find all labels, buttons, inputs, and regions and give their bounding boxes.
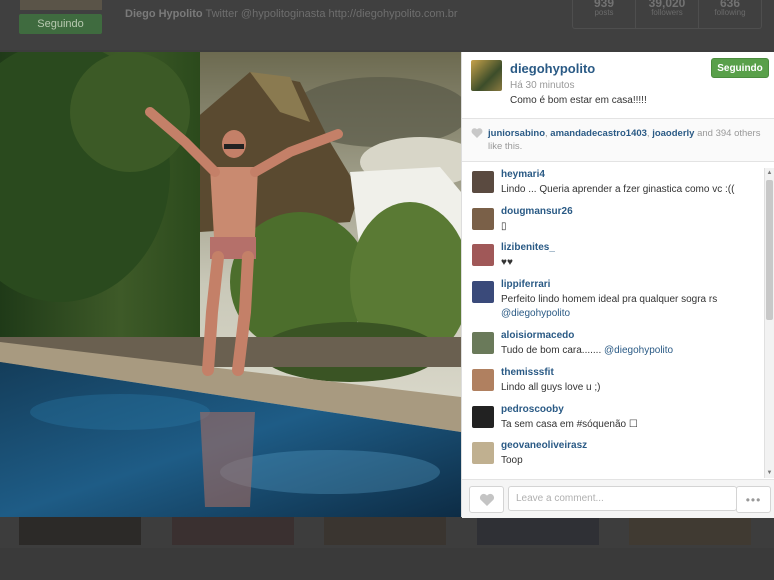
commenter-username[interactable]: lizibenites_ <box>501 242 555 253</box>
heart-icon <box>479 493 494 506</box>
comment-text: Tudo de bom cara....... @diegohypolito <box>501 345 674 356</box>
background-thumbnail <box>477 517 599 545</box>
author-avatar[interactable] <box>471 60 502 91</box>
post-photo <box>0 52 461 517</box>
background-profile-avatar <box>20 0 102 10</box>
comment-input[interactable] <box>508 486 737 511</box>
commenter-avatar[interactable] <box>472 369 494 391</box>
stat-followers: 39,020 followers <box>636 0 699 28</box>
comment-text: Perfeito lindo homem ideal pra qualquer … <box>501 294 718 305</box>
commenter-avatar[interactable] <box>472 406 494 428</box>
comment-text: ♥♥ <box>501 257 513 268</box>
background-thumbnail <box>172 517 294 545</box>
comments-list: heymari4 Lindo ... Queria aprender a fze… <box>462 161 774 479</box>
commenter-username[interactable]: geovaneoliveirasz <box>501 440 587 451</box>
comment-mention[interactable]: @diegohypolito <box>604 345 673 356</box>
commenter-avatar[interactable] <box>472 171 494 193</box>
scrollbar-thumb[interactable] <box>766 180 773 320</box>
post-photo-image <box>0 52 461 517</box>
comments-scrollbar[interactable]: ▲ ▼ <box>764 168 774 478</box>
background-thumbnail <box>629 517 751 545</box>
commenter-avatar[interactable] <box>472 442 494 464</box>
like-button[interactable] <box>469 486 504 513</box>
author-username[interactable]: diegohypolito <box>510 61 595 76</box>
comment-text: Ta sem casa em #sóquenão ☐ <box>501 419 638 430</box>
scroll-up-arrow-icon[interactable]: ▲ <box>765 168 774 178</box>
stat-posts: 939 posts <box>573 0 636 28</box>
likes-text: juniorsabino, amandadecastro1403, joaode… <box>488 128 761 152</box>
post-caption: Como é bom estar em casa!!!!! <box>510 95 647 106</box>
post-timestamp: Há 30 minutos <box>510 80 575 91</box>
stat-following: 636 following <box>714 0 746 17</box>
background-thumbnail <box>324 517 446 545</box>
commenter-username[interactable]: themisssfit <box>501 367 554 378</box>
commenter-username[interactable]: aloisiormacedo <box>501 330 574 341</box>
comment-text: Toop <box>501 455 523 466</box>
post-header: diegohypolito Há 30 minutos Como é bom e… <box>462 52 774 118</box>
more-options-button[interactable]: ••• <box>736 486 771 513</box>
comment-mention[interactable]: @diegohypolito <box>501 308 570 319</box>
commenter-avatar[interactable] <box>472 281 494 303</box>
background-profile-stats: 939 posts 39,020 followers 636 following <box>572 0 762 29</box>
commenter-avatar[interactable] <box>472 208 494 230</box>
following-button[interactable]: Seguindo <box>711 58 769 78</box>
commenter-username[interactable]: dougmansur26 <box>501 206 573 217</box>
comment-text: Lindo ... Queria aprender a fzer ginasti… <box>501 184 735 195</box>
comment-footer: ••• <box>462 479 774 518</box>
scroll-down-arrow-icon[interactable]: ▼ <box>765 468 774 478</box>
background-page-footer <box>0 548 774 580</box>
commenter-username[interactable]: pedroscooby <box>501 404 564 415</box>
commenter-avatar[interactable] <box>472 244 494 266</box>
heart-icon <box>471 128 483 138</box>
comment-text: Lindo all guys love u ;) <box>501 382 601 393</box>
commenter-username[interactable]: heymari4 <box>501 169 545 180</box>
liker-link[interactable]: joaoderly <box>652 128 694 139</box>
background-follow-button: Seguindo <box>19 14 102 34</box>
background-profile-name: Diego Hypolito Twitter @hypolitoginasta … <box>125 8 458 20</box>
comment-text: ▯ <box>501 221 507 232</box>
likes-section: juniorsabino, amandadecastro1403, joaode… <box>462 118 774 162</box>
post-side-panel: diegohypolito Há 30 minutos Como é bom e… <box>461 52 774 518</box>
commenter-username[interactable]: lippiferrari <box>501 279 550 290</box>
liker-link[interactable]: amandadecastro1403 <box>550 128 647 139</box>
commenter-avatar[interactable] <box>472 332 494 354</box>
background-thumbnail <box>19 517 141 545</box>
liker-link[interactable]: juniorsabino <box>488 128 545 139</box>
